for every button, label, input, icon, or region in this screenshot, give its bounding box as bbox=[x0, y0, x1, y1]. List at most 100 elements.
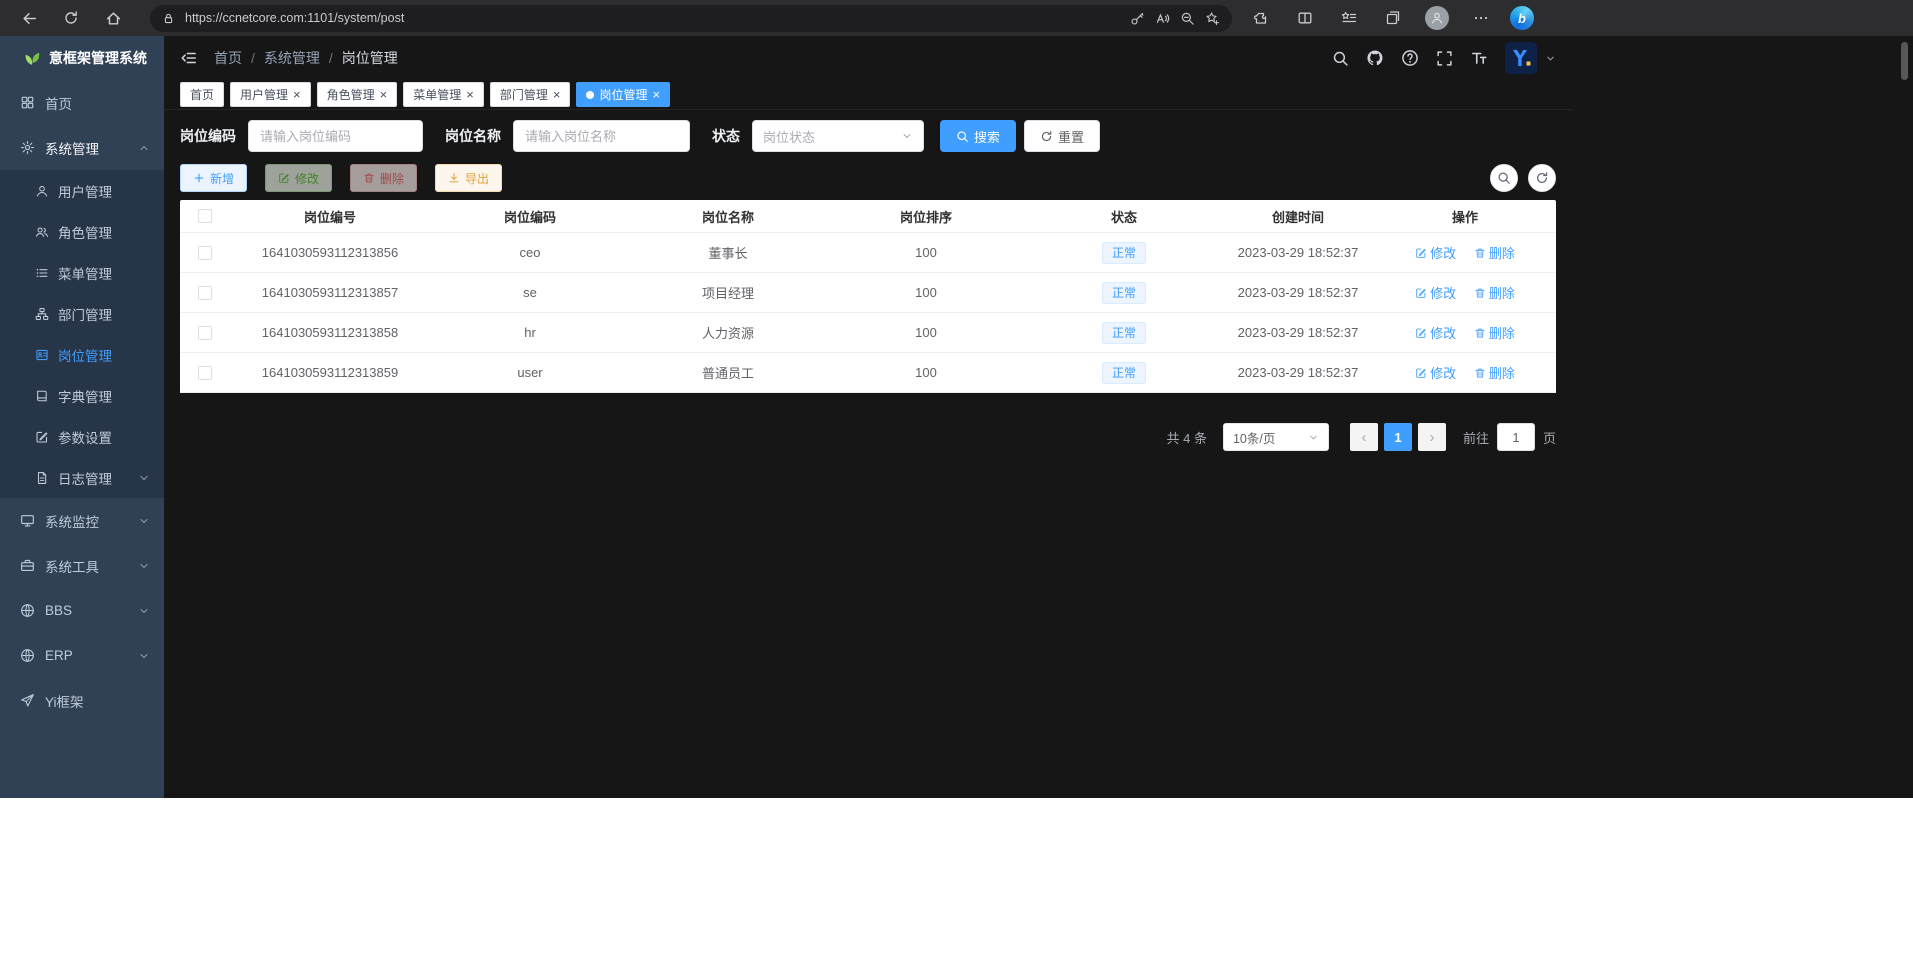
row-checkbox[interactable] bbox=[198, 366, 212, 380]
zoom-icon[interactable] bbox=[1180, 11, 1195, 26]
post-name: 普通员工 bbox=[630, 363, 826, 382]
pagination-total: 共 4 条 bbox=[1167, 428, 1207, 447]
modify-button[interactable]: 修改 bbox=[265, 164, 332, 192]
tab-close-icon[interactable]: × bbox=[553, 88, 561, 101]
tab-post-management[interactable]: 岗位管理 × bbox=[576, 82, 670, 107]
sidebar-item-post-management[interactable]: 岗位管理 bbox=[0, 334, 164, 375]
row-edit-button[interactable]: 修改 bbox=[1415, 283, 1456, 302]
goto-page-input[interactable] bbox=[1497, 423, 1535, 451]
toolbox-icon bbox=[20, 558, 35, 573]
sidebar-item-home[interactable]: 首页 bbox=[0, 80, 164, 125]
sidebar-item-system-tools[interactable]: 系统工具 bbox=[0, 543, 164, 588]
sidebar-item-system-monitor[interactable]: 系统监控 bbox=[0, 498, 164, 543]
collapse-menu-icon[interactable] bbox=[180, 49, 198, 67]
sidebar-item-label: 参数设置 bbox=[58, 427, 150, 447]
sidebar-item-param-settings[interactable]: 参数设置 bbox=[0, 416, 164, 457]
browser-home-button[interactable] bbox=[98, 3, 128, 33]
sidebar-item-erp[interactable]: ERP bbox=[0, 633, 164, 678]
table-refresh-button[interactable] bbox=[1528, 164, 1556, 192]
tab-label: 菜单管理 bbox=[413, 86, 461, 103]
font-size-icon[interactable] bbox=[1470, 49, 1488, 67]
sidebar-item-dept-management[interactable]: 部门管理 bbox=[0, 293, 164, 334]
row-edit-button[interactable]: 修改 bbox=[1415, 363, 1456, 382]
fullscreen-icon[interactable] bbox=[1436, 50, 1453, 67]
add-button[interactable]: 新增 bbox=[180, 164, 247, 192]
row-delete-button[interactable]: 删除 bbox=[1474, 243, 1515, 262]
delete-button[interactable]: 删除 bbox=[350, 164, 417, 192]
caret-down-icon[interactable] bbox=[1545, 53, 1556, 64]
next-page-button[interactable]: › bbox=[1418, 423, 1446, 451]
tab-home[interactable]: 首页 bbox=[180, 82, 224, 107]
extensions-icon[interactable] bbox=[1246, 3, 1276, 33]
split-screen-icon[interactable] bbox=[1290, 3, 1320, 33]
post-name-input[interactable] bbox=[513, 120, 690, 152]
breadcrumb-item: 岗位管理 bbox=[342, 48, 398, 68]
row-delete-button[interactable]: 删除 bbox=[1474, 283, 1515, 302]
sidebar-item-dict-management[interactable]: 字典管理 bbox=[0, 375, 164, 416]
github-icon[interactable] bbox=[1366, 49, 1384, 67]
browser-refresh-button[interactable] bbox=[56, 3, 86, 33]
sidebar-item-role-management[interactable]: 角色管理 bbox=[0, 211, 164, 252]
sidebar-item-label: Yi框架 bbox=[45, 691, 150, 711]
table-search-toggle-button[interactable] bbox=[1490, 164, 1518, 192]
post-id: 1641030593112313856 bbox=[230, 245, 430, 260]
breadcrumb-item[interactable]: 系统管理 bbox=[264, 48, 342, 68]
row-checkbox[interactable] bbox=[198, 246, 212, 260]
search-button[interactable]: 搜索 bbox=[940, 120, 1016, 152]
tab-role-management[interactable]: 角色管理 × bbox=[317, 82, 398, 107]
bing-icon[interactable]: b bbox=[1510, 6, 1534, 30]
prev-page-button[interactable]: ‹ bbox=[1350, 423, 1378, 451]
tab-dept-management[interactable]: 部门管理 × bbox=[490, 82, 571, 107]
collections-icon[interactable] bbox=[1378, 3, 1408, 33]
row-edit-button[interactable]: 修改 bbox=[1415, 243, 1456, 262]
browser-profile-avatar[interactable] bbox=[1422, 3, 1452, 33]
reset-button[interactable]: 重置 bbox=[1024, 120, 1100, 152]
tab-close-icon[interactable]: × bbox=[380, 88, 388, 101]
breadcrumb-item[interactable]: 首页 bbox=[214, 48, 264, 68]
post-code-input[interactable] bbox=[248, 120, 423, 152]
add-button-label: 新增 bbox=[210, 170, 234, 187]
password-key-icon[interactable] bbox=[1130, 11, 1145, 26]
row-edit-button[interactable]: 修改 bbox=[1415, 323, 1456, 342]
sidebar-item-user-management[interactable]: 用户管理 bbox=[0, 170, 164, 211]
column-header: 岗位排序 bbox=[826, 207, 1026, 226]
sidebar-item-menu-management[interactable]: 菜单管理 bbox=[0, 252, 164, 293]
address-bar[interactable]: https://ccnetcore.com:1101/system/post bbox=[150, 5, 1232, 32]
sidebar-item-bbs[interactable]: BBS bbox=[0, 588, 164, 633]
leaf-icon bbox=[24, 50, 41, 67]
row-delete-label: 删除 bbox=[1489, 323, 1515, 342]
more-menu-icon[interactable] bbox=[1466, 3, 1496, 33]
url-text[interactable]: https://ccnetcore.com:1101/system/post bbox=[185, 11, 1120, 25]
user-avatar[interactable] bbox=[1505, 42, 1537, 74]
favorites-bar-icon[interactable] bbox=[1334, 3, 1364, 33]
select-all-checkbox[interactable] bbox=[198, 209, 212, 223]
row-delete-button[interactable]: 删除 bbox=[1474, 323, 1515, 342]
sidebar-item-label: 岗位管理 bbox=[58, 345, 150, 365]
status-select[interactable]: 岗位状态 bbox=[752, 120, 924, 152]
favorite-star-icon[interactable] bbox=[1205, 11, 1220, 26]
tab-user-management[interactable]: 用户管理 × bbox=[230, 82, 311, 107]
help-icon[interactable] bbox=[1401, 49, 1419, 67]
row-edit-label: 修改 bbox=[1430, 323, 1456, 342]
post-sort: 100 bbox=[826, 325, 1026, 340]
browser-back-button[interactable] bbox=[14, 3, 44, 33]
tab-close-icon[interactable]: × bbox=[466, 88, 474, 101]
sidebar-item-log-management[interactable]: 日志管理 bbox=[0, 457, 164, 498]
sidebar-item-system-management[interactable]: 系统管理 bbox=[0, 125, 164, 170]
tab-close-icon[interactable]: × bbox=[652, 88, 660, 101]
row-delete-label: 删除 bbox=[1489, 363, 1515, 382]
page-number-button[interactable]: 1 bbox=[1384, 423, 1412, 451]
read-aloud-icon[interactable] bbox=[1155, 11, 1170, 26]
caret-down-icon bbox=[138, 560, 150, 572]
tab-menu-management[interactable]: 菜单管理 × bbox=[403, 82, 484, 107]
export-button[interactable]: 导出 bbox=[435, 164, 502, 192]
row-checkbox[interactable] bbox=[198, 326, 212, 340]
page-size-select[interactable]: 10条/页 bbox=[1223, 423, 1329, 451]
row-delete-button[interactable]: 删除 bbox=[1474, 363, 1515, 382]
page-scrollbar[interactable] bbox=[1901, 42, 1908, 80]
tab-close-icon[interactable]: × bbox=[293, 88, 301, 101]
sidebar-item-yi-framework[interactable]: Yi框架 bbox=[0, 678, 164, 723]
search-icon[interactable] bbox=[1332, 50, 1349, 67]
status-badge: 正常 bbox=[1102, 242, 1146, 264]
row-checkbox[interactable] bbox=[198, 286, 212, 300]
